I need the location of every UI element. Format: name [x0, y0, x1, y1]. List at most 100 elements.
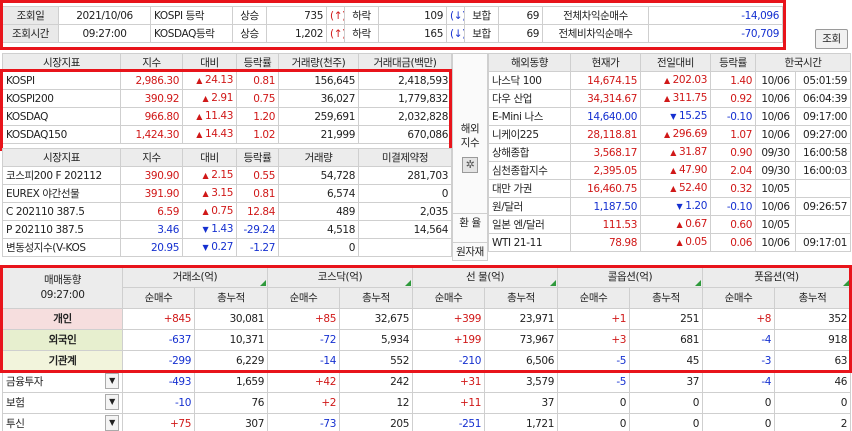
chevron-down-icon[interactable]: ▼ [105, 414, 119, 431]
table-row[interactable]: 원/달러 1,187.50 ▼ 1.20 -0.10 10/06 09:26:57 [488, 197, 852, 216]
cumulative-value: 12 [339, 392, 413, 414]
col-header: 거래량(천주) [278, 53, 359, 72]
down-triangle-icon: ▼ [202, 243, 209, 252]
overseas-name: 상해종합 [488, 143, 571, 162]
change-value: 3.15 [211, 187, 233, 199]
up-triangle-icon: ▲ [202, 171, 209, 180]
sub-header: 총누적 [774, 287, 851, 309]
table-row[interactable]: E-Mini 나스 14,640.00 ▼ 15.25 -0.10 10/06 09:17… [488, 107, 852, 126]
corner-marker-icon [405, 280, 411, 286]
overseas-date: 09/30 [755, 143, 796, 162]
overseas-time: 16:00:58 [794, 143, 852, 162]
index-volume: 156,645 [278, 71, 359, 90]
net-buy-value: -299 [122, 350, 195, 372]
change-value: 1.20 [685, 200, 707, 212]
overseas-time: 16:00:03 [794, 161, 852, 180]
sub-header: 순매수 [122, 287, 195, 309]
overseas-price: 16,460.75 [570, 179, 641, 198]
table-row[interactable]: KOSDAQ150 1,424.30 ▲ 14.43 1.02 21,999 6… [2, 125, 452, 144]
table-row[interactable]: 코스피200 F 202112 390.90 ▲ 2.15 0.55 54,72… [2, 166, 452, 185]
cumulative-value: 37 [629, 371, 703, 393]
futures-name: C 202110 387.5 [2, 202, 121, 221]
index-rate: 0.81 [236, 71, 279, 90]
net-buy-value: +3 [557, 329, 630, 351]
table-row[interactable]: 다우 산업 34,314.67 ▲ 311.75 0.92 10/06 06:04:39 [488, 89, 852, 108]
sub-header: 순매수 [702, 287, 775, 309]
table-row[interactable]: KOSPI200 390.92 ▲ 2.91 0.75 36,027 1,779… [2, 89, 452, 108]
cumulative-value: 6,506 [484, 350, 558, 372]
table-row[interactable]: EUREX 야간선물 391.90 ▲ 3.15 0.81 6,574 0 [2, 184, 452, 203]
col-header: 미결제약정 [358, 148, 452, 167]
futures-change: ▼ 0.27 [182, 238, 237, 257]
change-value: 202.03 [672, 74, 708, 86]
flow-title: 매매동향 [43, 273, 82, 286]
futures-volume: 0 [278, 238, 359, 257]
investor-row[interactable]: 기관계 -299 6,229 -14 552 -210 6,506 -5 45 -3 63 [2, 350, 851, 372]
investor-row[interactable]: 개인 +845 30,081 +85 32,675 +399 23,971 +1 251 +8 35… [2, 308, 851, 330]
query-button[interactable]: 조회 [815, 29, 848, 49]
up-triangle-icon: ▲ [196, 76, 202, 85]
cumulative-value: 63 [774, 350, 851, 372]
table-row[interactable]: 변동성지수(V-KOS 20.95 ▼ 0.27 -1.27 0 [2, 238, 452, 257]
kosdaq-breadth-label: KOSDAQ등락 [150, 24, 233, 43]
overseas-rate: 0.32 [710, 179, 756, 198]
change-value: 14.43 [204, 128, 233, 140]
table-row[interactable]: 상해종합 3,568.17 ▲ 31.87 0.90 09/30 16:00:58 [488, 143, 852, 162]
table-row[interactable]: 심천종합지수 2,395.05 ▲ 47.90 2.04 09/30 16:00:03 [488, 161, 852, 180]
sub-header: 총누적 [339, 287, 413, 309]
index-rate: 1.02 [236, 125, 279, 144]
table-row[interactable]: C 202110 387.5 6.59 ▲ 0.75 12.84 489 2,0… [2, 202, 452, 221]
settings-gear-icon[interactable]: ✲ [462, 157, 478, 173]
group-header[interactable]: 풋옵션(억) [702, 266, 851, 288]
index-value: 2,986.30 [120, 71, 183, 90]
cumulative-value: 0 [774, 392, 851, 414]
investor-row[interactable]: 외국인 -637 10,371 -72 5,934 +199 73,967 +3 681 -4 91… [2, 329, 851, 351]
kosdaq-flat-value: 69 [498, 24, 543, 43]
table-row[interactable]: KOSPI 2,986.30 ▲ 24.13 0.81 156,645 2,41… [2, 71, 452, 90]
col-header: 전일대비 [640, 53, 711, 72]
investor-row[interactable]: 보험 ▼ -10 76 +2 12 +11 37 0 0 0 0 [2, 392, 851, 414]
overseas-date: 10/06 [755, 125, 796, 144]
investor-row[interactable]: 금융투자 ▼ -493 1,659 +42 242 +31 3,579 -5 37 -4 46 [2, 371, 851, 393]
group-header[interactable]: 콜옵션(억) [557, 266, 703, 288]
change-value: 0.27 [211, 241, 233, 253]
chevron-down-icon[interactable]: ▼ [105, 372, 119, 389]
index-value: 966.80 [120, 107, 183, 126]
up-arrow-icon: (↑) [326, 24, 345, 43]
overseas-rate: -0.10 [710, 197, 756, 216]
futures-rate: 0.55 [236, 166, 279, 185]
table-row[interactable]: WTI 21-11 78.98 ▲ 0.05 0.06 10/06 09:17:01 [488, 233, 852, 252]
investor-name-cell[interactable]: 보험 ▼ [2, 392, 123, 414]
table-row[interactable]: 일본 엔/달러 111.53 ▲ 0.67 0.60 10/05 [488, 215, 852, 234]
investor-name: 외국인 [2, 329, 123, 351]
time-value[interactable]: 09:27:00 [58, 24, 151, 43]
net-buy-value: +8 [702, 308, 775, 330]
investor-row[interactable]: 투신 ▼ +75 307 -73 205 -251 1,721 0 0 0 2 [2, 413, 851, 431]
up-triangle-icon: ▲ [663, 94, 670, 103]
chevron-down-icon[interactable]: ▼ [105, 393, 119, 410]
table-row[interactable]: P 202110 387.5 3.46 ▼ 1.43 -29.24 4,518 … [2, 220, 452, 239]
overseas-price: 2,395.05 [570, 161, 641, 180]
overseas-change: ▲ 202.03 [640, 71, 711, 90]
futures-name: P 202110 387.5 [2, 220, 121, 239]
table-row[interactable]: 대만 가권 16,460.75 ▲ 52.40 0.32 10/05 [488, 179, 852, 198]
table-row[interactable]: 니케이225 28,118.81 ▲ 296.69 1.07 10/06 09:27:00 [488, 125, 852, 144]
change-value: 24.13 [204, 74, 233, 86]
summary-table: 조회일 2021/10/06 KOSPI 등락 상승 735 (↑) 하락 10… [2, 6, 783, 43]
index-amount: 2,418,593 [358, 71, 452, 90]
table-row[interactable]: 나스닥 100 14,674.15 ▲ 202.03 1.40 10/06 05:01:5… [488, 71, 852, 90]
futures-rate: -29.24 [236, 220, 279, 239]
group-header[interactable]: 코스닥(억) [267, 266, 413, 288]
date-value[interactable]: 2021/10/06 [58, 6, 151, 25]
group-header[interactable]: 거래소(억) [122, 266, 268, 288]
net-buy-value: -210 [412, 350, 485, 372]
overseas-date: 10/06 [755, 71, 796, 90]
investor-name-cell[interactable]: 금융투자 ▼ [2, 371, 123, 393]
change-value: 52.40 [678, 182, 707, 194]
group-header[interactable]: 선 물(억) [412, 266, 558, 288]
table-row[interactable]: KOSDAQ 966.80 ▲ 11.43 1.20 259,691 2,032… [2, 107, 452, 126]
col-header: 대비 [182, 148, 237, 167]
change-value: 0.67 [685, 218, 707, 230]
investor-name-cell[interactable]: 투신 ▼ [2, 413, 123, 431]
net-buy-value: +399 [412, 308, 485, 330]
